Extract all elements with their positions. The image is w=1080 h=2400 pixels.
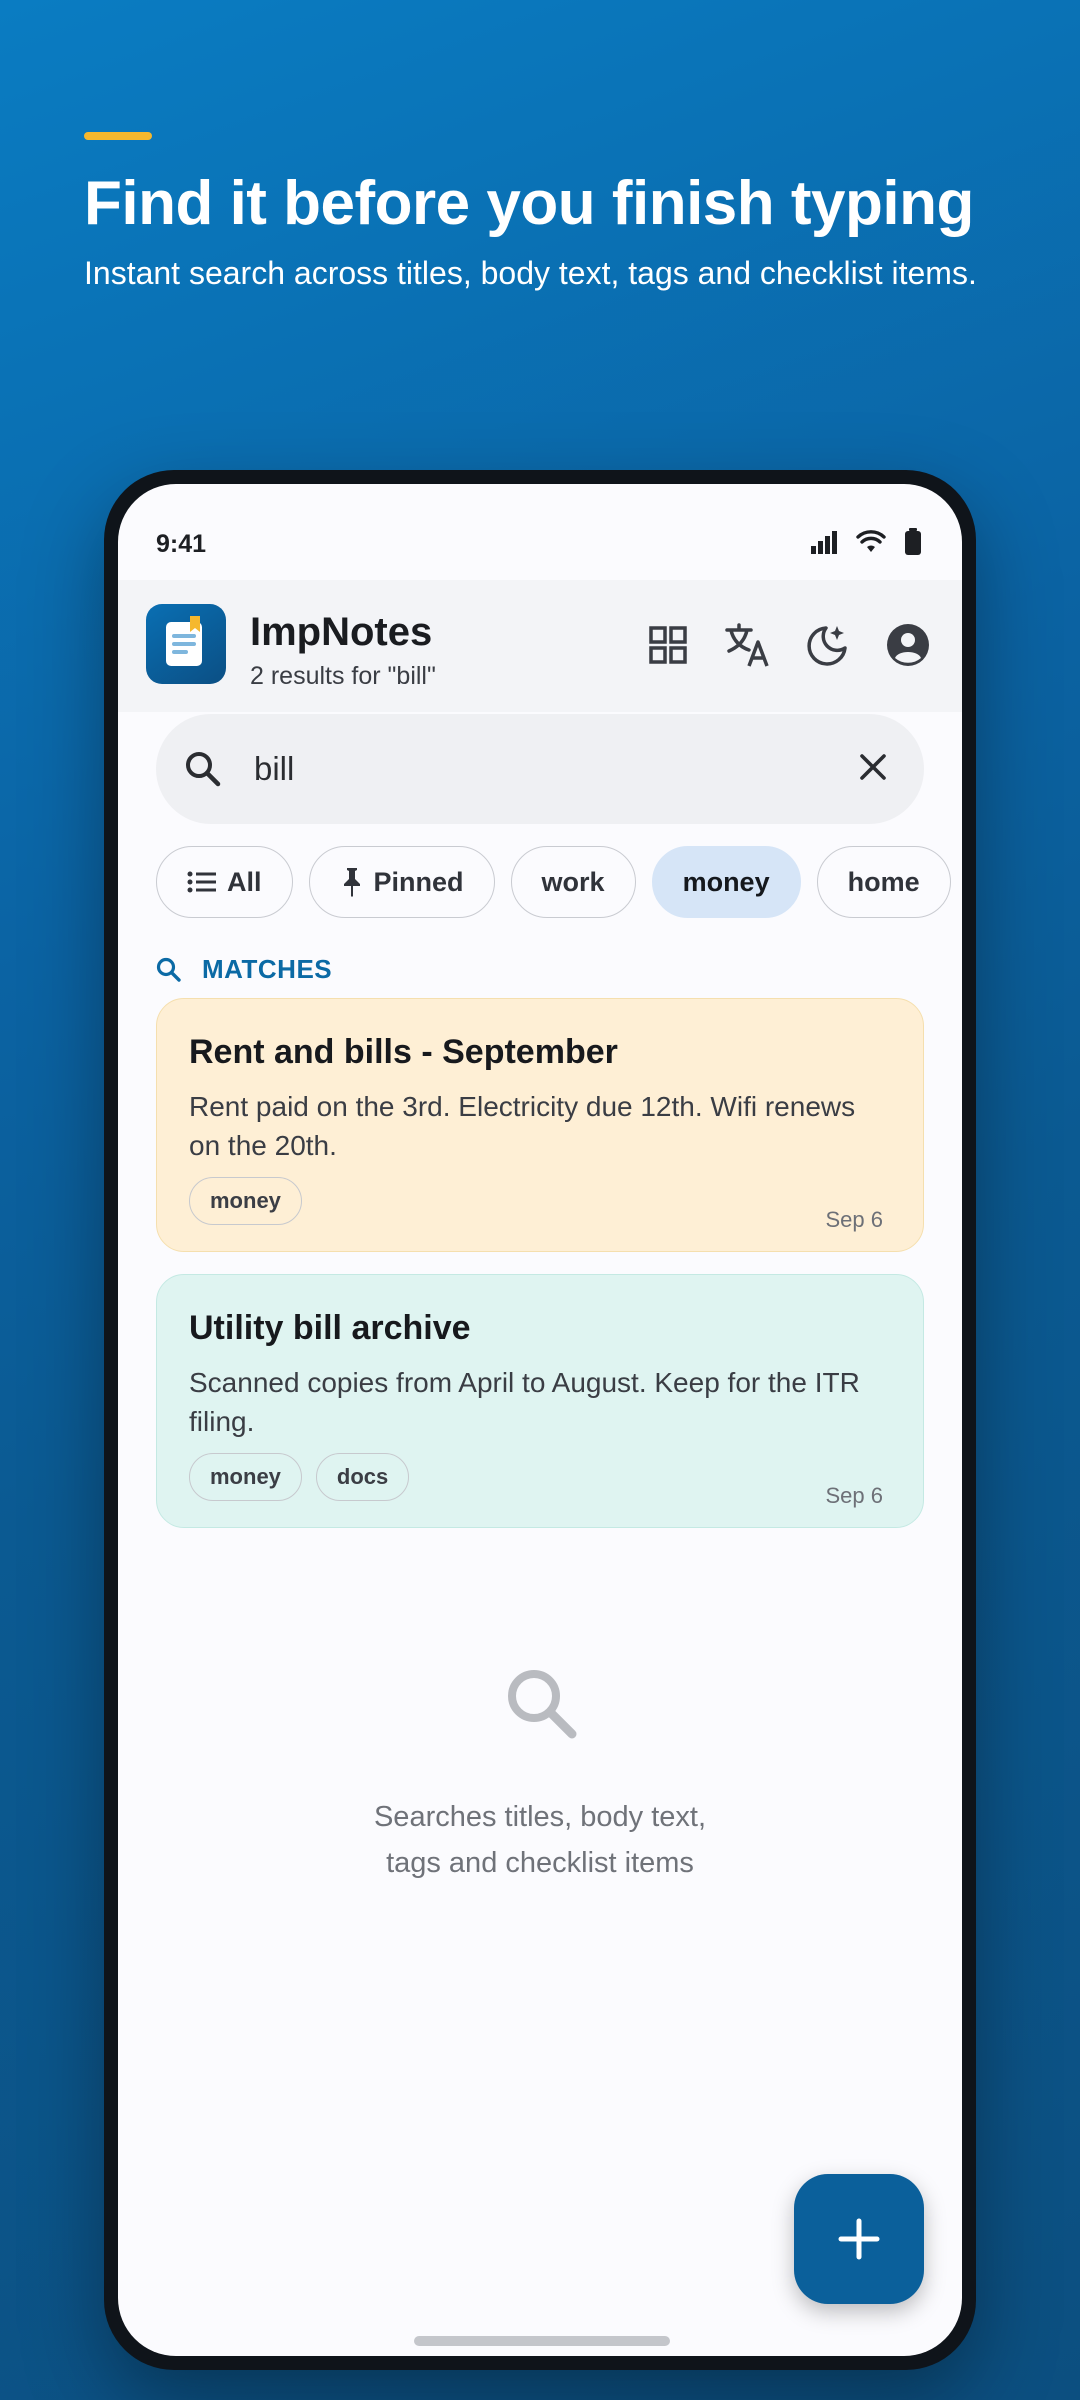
status-time: 9:41 bbox=[156, 530, 207, 558]
filter-chip-label: home bbox=[847, 866, 920, 897]
home-indicator[interactable] bbox=[414, 2336, 670, 2346]
note-title: Rent and bills - September bbox=[189, 1033, 618, 1071]
filter-chip-pinned[interactable]: Pinned bbox=[308, 846, 495, 918]
wifi-icon bbox=[856, 530, 886, 552]
pin-icon bbox=[343, 868, 360, 897]
filter-chip-money[interactable]: money bbox=[651, 846, 801, 918]
dark-mode-icon bbox=[807, 626, 847, 666]
phone-screen: 9:41 ImpNotes 2 results for "bill" bill … bbox=[118, 484, 962, 2356]
note-date: Sep 6 bbox=[825, 1207, 884, 1232]
list-icon bbox=[187, 871, 216, 893]
filter-chip-label: All bbox=[227, 866, 262, 897]
filter-chip-work[interactable]: work bbox=[510, 846, 636, 918]
note-date: Sep 6 bbox=[825, 1483, 884, 1508]
search-input[interactable]: bill bbox=[254, 750, 294, 788]
grid-view-icon bbox=[649, 626, 687, 664]
note-tag[interactable]: money bbox=[189, 1177, 302, 1225]
account-icon bbox=[887, 624, 929, 666]
note-tags: money bbox=[189, 1177, 302, 1225]
note-body: Rent paid on the 3rd. Electricity due 12… bbox=[189, 1091, 856, 1161]
note-card[interactable]: Rent and bills - September Rent paid on … bbox=[156, 998, 924, 1252]
filter-chips: All Pinned work money home bbox=[156, 846, 951, 918]
search-hint-line: tags and checklist items bbox=[386, 1847, 694, 1879]
app-header: ImpNotes 2 results for "bill" bbox=[118, 580, 962, 712]
dark-mode-button[interactable] bbox=[804, 616, 852, 674]
filter-chip-label: Pinned bbox=[373, 866, 464, 897]
filter-chip-all[interactable]: All bbox=[156, 846, 293, 918]
filter-chip-label: work bbox=[541, 866, 605, 897]
promo-subheadline: Instant search across titles, body text,… bbox=[84, 255, 977, 291]
note-card[interactable]: Utility bill archive Scanned copies from… bbox=[156, 1274, 924, 1528]
close-icon[interactable] bbox=[856, 750, 890, 784]
search-hint-line: Searches titles, body text, bbox=[373, 1801, 707, 1833]
section-label: MATCHES bbox=[202, 954, 333, 984]
app-logo-icon bbox=[146, 604, 226, 684]
filter-chip-home[interactable]: home bbox=[816, 846, 951, 918]
grid-view-button[interactable] bbox=[644, 616, 692, 674]
note-tag[interactable]: money bbox=[189, 1453, 302, 1501]
matches-section-header: MATCHES bbox=[156, 954, 332, 985]
header-actions bbox=[644, 616, 932, 674]
plus-icon bbox=[838, 2218, 880, 2260]
app-title: ImpNotes bbox=[250, 610, 433, 654]
note-tag[interactable]: docs bbox=[315, 1453, 410, 1501]
battery-icon bbox=[905, 528, 921, 555]
add-note-button[interactable] bbox=[794, 2174, 924, 2304]
search-hint-icon bbox=[508, 1670, 577, 1739]
note-tags: money docs bbox=[189, 1453, 410, 1501]
status-bar: 9:41 bbox=[118, 484, 962, 580]
accent-line bbox=[84, 132, 152, 140]
promo-headline: Find it before you finish typing bbox=[84, 169, 974, 238]
search-bar[interactable]: bill bbox=[156, 714, 924, 824]
search-hint-text: Searches titles, body text, tags and che… bbox=[118, 1794, 962, 1886]
signal-icon bbox=[811, 531, 837, 554]
results-count: 2 results for "bill" bbox=[250, 662, 436, 690]
note-title: Utility bill archive bbox=[189, 1309, 471, 1347]
status-icons bbox=[810, 528, 922, 556]
account-button[interactable] bbox=[884, 616, 932, 674]
search-icon bbox=[186, 752, 221, 787]
translate-icon bbox=[725, 623, 769, 667]
note-body: Scanned copies from April to August. Kee… bbox=[189, 1367, 860, 1437]
phone-frame: 9:41 ImpNotes 2 results for "bill" bill … bbox=[104, 470, 976, 2370]
search-icon bbox=[156, 957, 181, 982]
filter-chip-label: money bbox=[682, 866, 770, 897]
translate-button[interactable] bbox=[724, 616, 772, 674]
